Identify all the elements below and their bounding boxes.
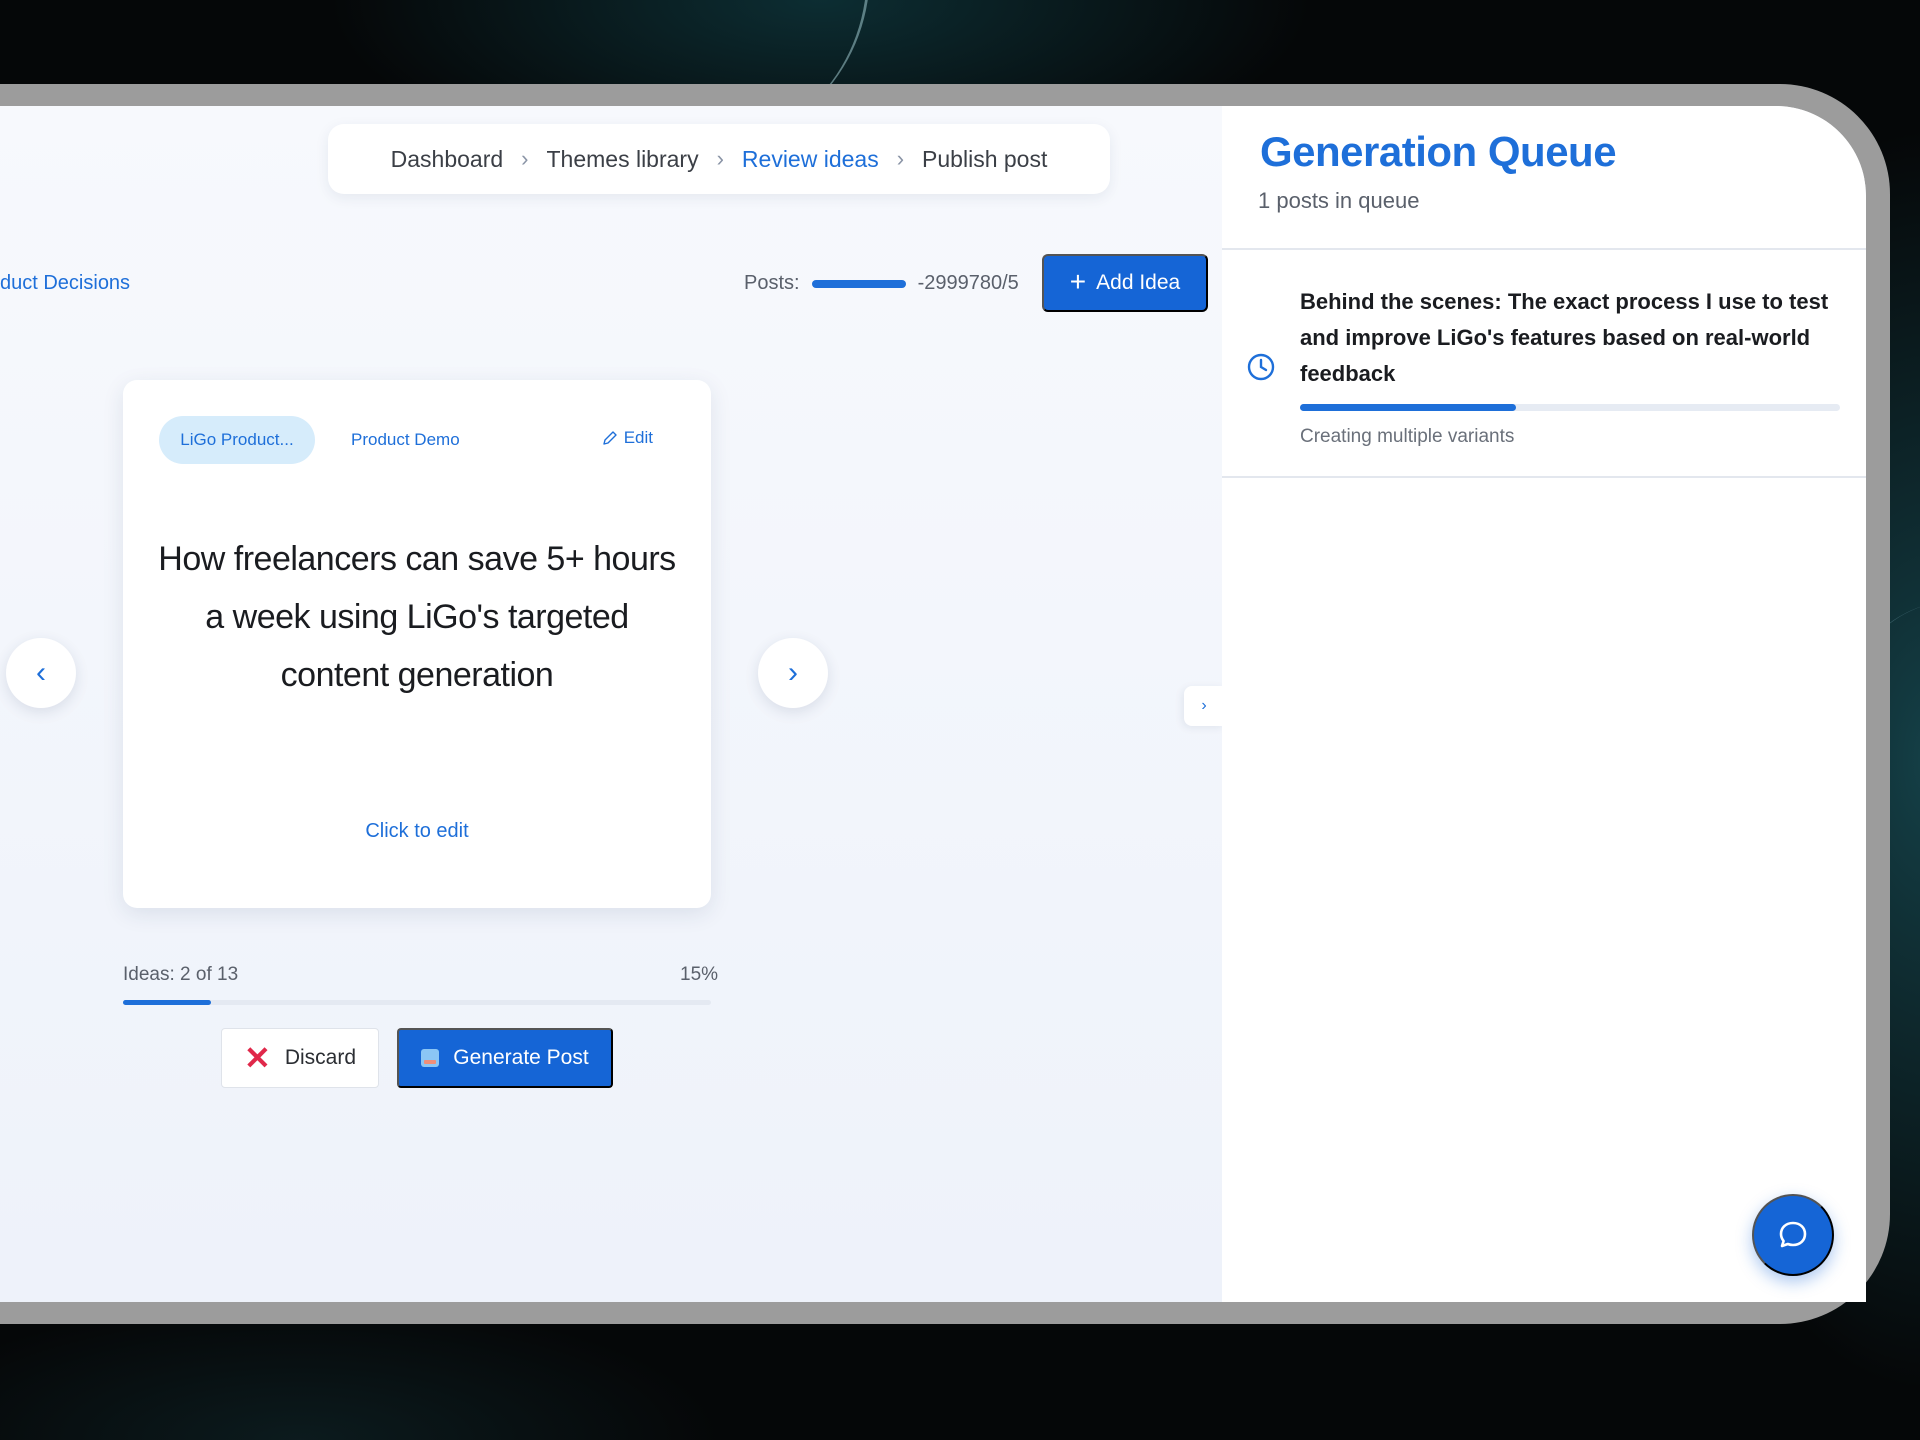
breadcrumb-themes-library[interactable]: Themes library — [534, 146, 710, 173]
queue-count: 1 posts in queue — [1258, 188, 1420, 213]
generate-post-label: Generate Post — [453, 1046, 589, 1069]
queue-item-divider — [1222, 476, 1866, 478]
click-to-edit-hint[interactable]: Click to edit — [123, 820, 711, 843]
queue-item-progress-track — [1300, 404, 1840, 411]
chat-bubble-icon — [1779, 1221, 1807, 1248]
queue-item-progress-fill — [1300, 404, 1516, 411]
queue-item-status: Creating multiple variants — [1300, 426, 1515, 447]
close-icon: ✕ — [244, 1040, 271, 1076]
theme-link[interactable]: duct Decisions — [0, 272, 130, 295]
queue-item-title[interactable]: Behind the scenes: The exact process I u… — [1300, 284, 1840, 392]
collapse-queue-button[interactable]: › — [1184, 686, 1224, 726]
generate-post-button[interactable]: Generate Post — [397, 1028, 613, 1088]
posts-count: -2999780/5 — [917, 272, 1019, 294]
ideas-progress-fill — [123, 1000, 212, 1005]
breadcrumb: Dashboard › Themes library › Review idea… — [328, 124, 1110, 194]
next-idea-button[interactable]: › — [758, 638, 828, 708]
app-screen: Dashboard › Themes library › Review idea… — [0, 106, 1866, 1302]
clock-icon — [1247, 353, 1275, 381]
previous-idea-button[interactable]: ‹ — [6, 638, 76, 708]
posts-label: Posts: — [744, 272, 800, 294]
chevron-left-icon: ‹ — [36, 656, 46, 689]
edit-button[interactable]: Edit — [602, 428, 653, 448]
discard-label: Discard — [284, 1046, 356, 1069]
posts-counter: Posts: -2999780/5 — [744, 272, 1019, 295]
ideas-progress-track — [123, 1000, 711, 1005]
queue-title: Generation Queue — [1260, 128, 1617, 175]
category-tag[interactable]: Product Demo — [351, 430, 460, 450]
chevron-right-icon: › — [521, 146, 529, 171]
discard-button[interactable]: ✕ Discard — [221, 1028, 379, 1088]
breadcrumb-publish-post[interactable]: Publish post — [910, 146, 1059, 173]
chat-button[interactable] — [1752, 1194, 1834, 1276]
chevron-right-icon: › — [788, 656, 798, 689]
generation-queue-panel: Generation Queue 1 posts in queue Behind… — [1222, 106, 1866, 1302]
ideas-progress-label: Ideas: 2 of 13 — [123, 964, 239, 985]
chevron-right-icon: › — [1201, 697, 1207, 714]
posts-progress-bar — [811, 279, 906, 288]
main-panel: Dashboard › Themes library › Review idea… — [0, 106, 1224, 1302]
edit-label: Edit — [623, 428, 653, 447]
pencil-icon — [603, 431, 617, 445]
chevron-right-icon: › — [716, 146, 724, 171]
add-idea-label: Add Idea — [1096, 271, 1181, 294]
plus-icon: + — [1069, 266, 1087, 297]
theme-tag[interactable]: LiGo Product... — [159, 416, 315, 464]
chevron-right-icon: › — [896, 146, 905, 171]
breadcrumb-review-ideas[interactable]: Review ideas — [730, 146, 891, 173]
robot-icon — [421, 1049, 440, 1067]
idea-title[interactable]: How freelancers can save 5+ hours a week… — [153, 530, 681, 704]
queue-divider — [1222, 248, 1866, 250]
breadcrumb-dashboard[interactable]: Dashboard — [379, 146, 516, 173]
idea-card: LiGo Product... Product Demo Edit How fr… — [123, 380, 711, 1088]
ideas-progress-percent: 15% — [680, 964, 719, 985]
add-idea-button[interactable]: + Add Idea — [1042, 254, 1208, 312]
